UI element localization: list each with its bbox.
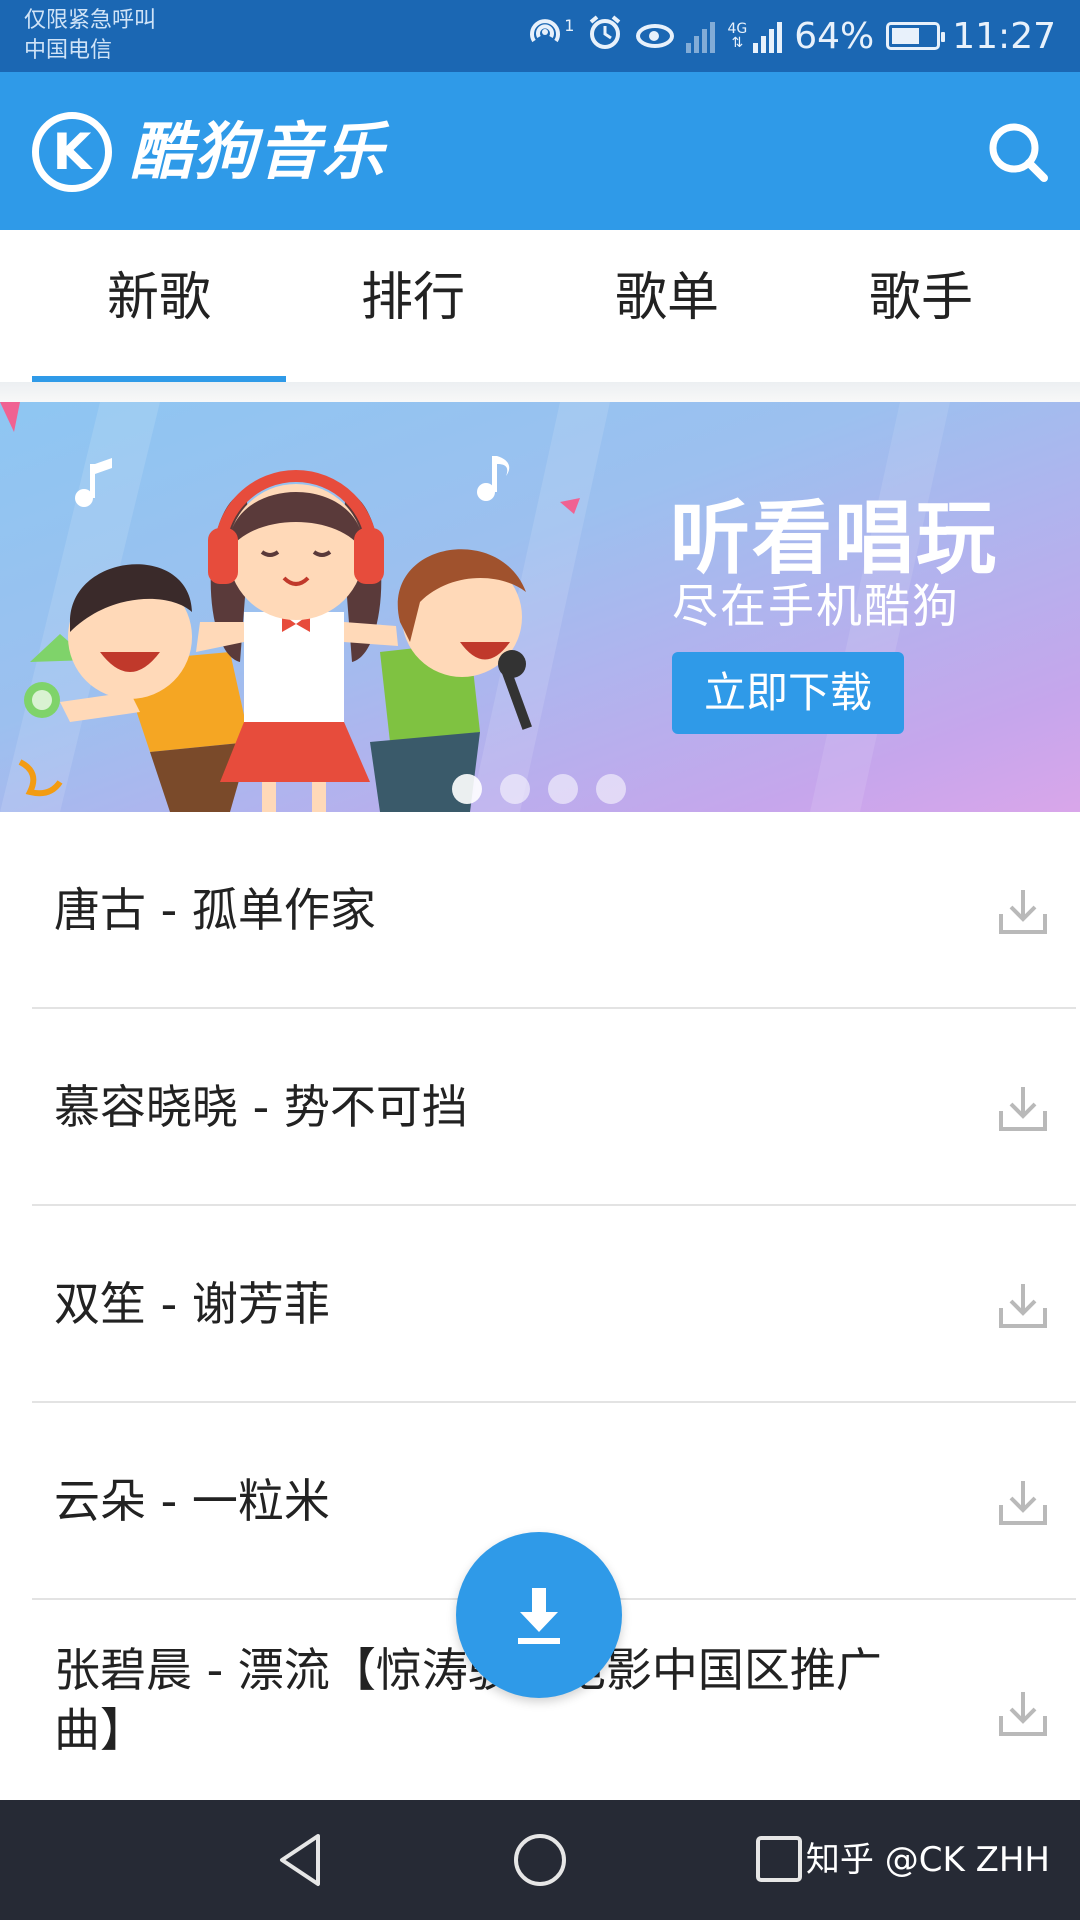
list-item[interactable]: 慕容晓晓 - 势不可挡 (32, 1009, 1076, 1206)
eye-comfort-icon (636, 24, 675, 48)
song-title: 云朵 - 一粒米 (54, 1474, 330, 1528)
tab-new-songs[interactable]: 新歌 (32, 230, 286, 382)
app-title: 酷狗音乐 (130, 115, 387, 188)
tabs-divider (0, 382, 1080, 402)
battery-percent: 64% (794, 15, 875, 57)
category-tabs: 新歌 排行 歌单 歌手 (0, 230, 1080, 383)
list-item[interactable]: 唐古 - 孤单作家 (32, 812, 1076, 1009)
promo-banner[interactable]: 听看唱玩 尽在手机酷狗 立即下载 (0, 402, 1080, 812)
status-bar: 仅限紧急呼叫 中国电信 1 4G ⇅ 64% 11:27 (0, 0, 1080, 72)
battery-icon (886, 22, 946, 50)
download-icon[interactable] (996, 884, 1050, 938)
pagination-dot[interactable] (548, 774, 578, 804)
download-icon[interactable] (996, 1686, 1050, 1740)
pagination-dot[interactable] (452, 774, 482, 804)
download-icon[interactable] (996, 1081, 1050, 1135)
no-sim-signal-icon (686, 19, 716, 53)
tab-singers[interactable]: 歌手 (794, 230, 1048, 382)
back-icon[interactable] (270, 1828, 334, 1892)
search-button[interactable] (984, 118, 1052, 186)
signal-icon (753, 19, 783, 53)
carrier-name: 中国电信 (24, 38, 113, 63)
hotspot-count: 1 (564, 15, 575, 35)
system-nav-bar: 知乎 @CK ZHH (0, 1800, 1080, 1920)
list-item[interactable]: 双笙 - 谢芳菲 (32, 1206, 1076, 1403)
kugou-logo-icon: K (32, 112, 112, 192)
song-title: 双笙 - 谢芳菲 (54, 1277, 330, 1331)
app-header: K 酷狗音乐 (0, 72, 1080, 230)
banner-pagination (452, 774, 626, 804)
pagination-dot[interactable] (596, 774, 626, 804)
carrier-info: 仅限紧急呼叫 中国电信 (24, 6, 156, 66)
download-icon[interactable] (996, 1278, 1050, 1332)
network-type: 4G ⇅ (727, 21, 748, 51)
tab-rankings[interactable]: 排行 (286, 230, 540, 382)
status-icons: 1 4G ⇅ 64% 11:27 (524, 12, 1056, 60)
floating-download-button[interactable] (456, 1532, 622, 1698)
song-title: 唐古 - 孤单作家 (54, 883, 376, 937)
tab-playlists[interactable]: 歌单 (540, 230, 794, 382)
song-title: 慕容晓晓 - 势不可挡 (54, 1080, 468, 1134)
emergency-calls-text: 仅限紧急呼叫 (24, 8, 157, 33)
download-now-button[interactable]: 立即下载 (672, 652, 904, 734)
download-icon (518, 1588, 560, 1644)
home-icon[interactable] (508, 1828, 572, 1892)
watermark: 知乎 @CK ZHH (805, 1840, 1050, 1880)
alarm-icon (586, 13, 624, 60)
search-icon (989, 123, 1048, 182)
download-icon[interactable] (996, 1475, 1050, 1529)
pagination-dot[interactable] (500, 774, 530, 804)
recent-apps-icon[interactable] (748, 1828, 812, 1892)
banner-subline: 尽在手机酷狗 (672, 579, 960, 633)
hotspot-icon (524, 11, 566, 62)
clock: 11:27 (952, 15, 1056, 57)
